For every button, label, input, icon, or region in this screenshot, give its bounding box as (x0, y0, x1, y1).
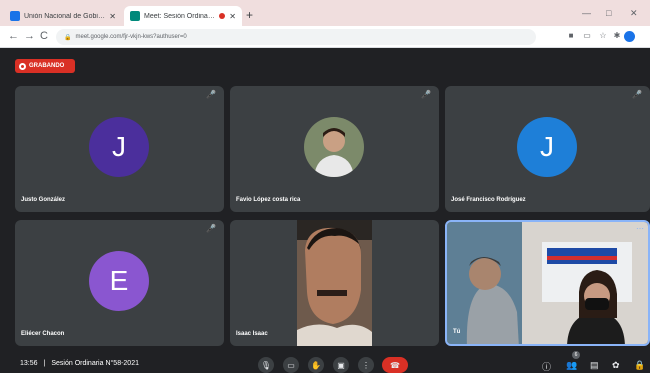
address-bar: ← → C 🔒 meet.google.com/fjr-vkjn-kws?aut… (0, 26, 650, 48)
end-call-button[interactable]: ☎ (382, 357, 408, 373)
tab-meet[interactable]: Meet: Sesión Ordinaria N°58- ✕ (124, 6, 242, 26)
people-icon[interactable]: 👥 (566, 360, 577, 371)
participant-name: Favio López costa rica (236, 197, 301, 203)
url-text: meet.google.com/fjr-vkjn-kws?authuser=0 (75, 34, 187, 40)
participant-tile[interactable]: Isaac Isaac (230, 220, 439, 346)
back-button[interactable]: ← (8, 30, 19, 42)
participant-name: Eliécer Chacon (21, 331, 65, 337)
reload-button[interactable]: C (40, 30, 48, 42)
host-controls-icon[interactable]: 🔒 (634, 360, 645, 371)
maximize-button[interactable]: □ (606, 8, 611, 18)
avatar: E (89, 251, 149, 311)
profile-photo (304, 117, 364, 177)
info-icon[interactable]: ⓘ (542, 360, 551, 373)
participant-tile[interactable]: 🎤 J Justo González (15, 86, 224, 212)
tab-title: Unión Nacional de Gobiernos Lo (24, 12, 105, 20)
mic-muted-icon: 🎤 (632, 90, 642, 99)
record-icon (19, 62, 26, 70)
camera-icon[interactable]: ■ (566, 31, 576, 41)
avatar: J (517, 117, 577, 177)
minimize-button[interactable]: — (582, 8, 591, 18)
raise-hand-button[interactable]: ✋ (308, 357, 324, 373)
chat-icon[interactable]: ▤ (590, 360, 599, 371)
camera-button[interactable]: ▭ (283, 357, 299, 373)
profile-avatar[interactable] (624, 31, 635, 42)
participant-name: Isaac Isaac (236, 331, 268, 337)
participant-name: Tú (453, 329, 461, 335)
tab-title: Meet: Sesión Ordinaria N°58- (144, 12, 216, 20)
mic-button[interactable]: 🎙 (258, 357, 274, 373)
participant-count-badge: 6 (572, 351, 580, 359)
self-video (447, 222, 648, 344)
meet-icon (130, 11, 140, 21)
meeting-title: Sesión Ordinaria N°58-2021 (51, 360, 139, 367)
recording-indicator-icon (219, 13, 226, 19)
meeting-info: 13:56 | Sesión Ordinaria N°58-2021 (20, 360, 139, 367)
participant-tile[interactable]: 🎤 J José Francisco Rodríguez (445, 86, 650, 212)
more-options-button[interactable]: ⋮ (358, 357, 374, 373)
extensions-icon[interactable]: ✱ (612, 31, 622, 41)
close-tab-icon[interactable]: ✕ (109, 12, 116, 21)
close-tab-icon[interactable]: ✕ (229, 12, 236, 21)
avatar (304, 117, 364, 177)
mic-muted-icon: 🎤 (421, 90, 431, 99)
url-field[interactable]: 🔒 meet.google.com/fjr-vkjn-kws?authuser=… (56, 29, 536, 45)
avatar: J (89, 117, 149, 177)
current-time: 13:56 (20, 360, 38, 367)
tab-union-nacional[interactable]: Unión Nacional de Gobiernos Lo ✕ (4, 6, 122, 26)
recording-badge: GRABANDO (15, 59, 75, 73)
activities-icon[interactable]: ✿ (612, 360, 620, 371)
forward-button[interactable]: → (24, 30, 35, 42)
browser-tab-strip: Unión Nacional de Gobiernos Lo ✕ Meet: S… (0, 0, 650, 26)
mic-muted-icon: 🎤 (206, 224, 216, 233)
participant-name: Justo González (21, 197, 66, 203)
new-tab-button[interactable]: + (246, 8, 253, 22)
star-icon[interactable]: ☆ (598, 31, 608, 41)
lock-icon: 🔒 (64, 34, 72, 41)
mic-muted-icon: 🎤 (206, 90, 216, 99)
participant-video (297, 220, 372, 346)
recording-label: GRABANDO (29, 63, 65, 69)
separator: | (43, 360, 46, 367)
participant-tile[interactable]: 🎤 Favio López costa rica (230, 86, 439, 212)
site-icon (10, 11, 20, 21)
more-options-icon[interactable]: ⋯ (636, 224, 644, 233)
close-window-button[interactable]: ✕ (630, 8, 638, 19)
participant-name: José Francisco Rodríguez (451, 197, 526, 203)
present-button[interactable]: ▣ (333, 357, 349, 373)
participant-tile[interactable]: 🎤 E Eliécer Chacon (15, 220, 224, 346)
cast-icon[interactable]: ▭ (582, 31, 592, 41)
participant-tile-self[interactable]: ⋯ Tú (445, 220, 650, 346)
